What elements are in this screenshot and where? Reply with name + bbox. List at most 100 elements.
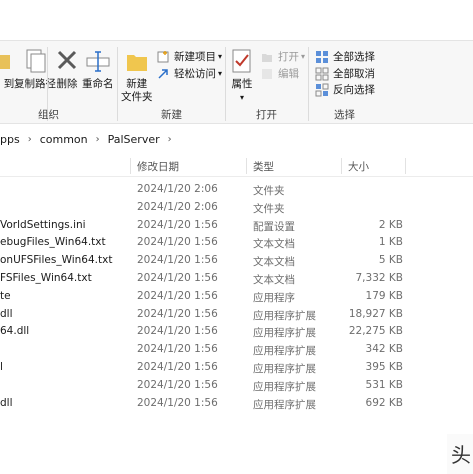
breadcrumb-item-common[interactable]: common: [40, 133, 88, 146]
file-date: 2024/1/20 1:56: [137, 218, 218, 231]
column-divider: [246, 158, 247, 174]
delete-label: 删除: [56, 78, 78, 90]
delete-button[interactable]: 删除: [54, 47, 80, 91]
file-name: l: [0, 360, 3, 373]
invert-selection-icon: [315, 83, 329, 96]
file-size: 1 KB: [378, 236, 403, 249]
file-size: 18,927 KB: [348, 307, 403, 320]
copy-to-label: 复制路径: [14, 78, 56, 90]
file-name: onUFSFiles_Win64.txt: [0, 254, 113, 267]
edit-label: 编辑: [278, 68, 299, 80]
breadcrumb[interactable]: pps › common › PalServer ›: [0, 128, 473, 150]
file-date: 2024/1/20 1:56: [137, 307, 218, 320]
dropdown-icon: ▾: [301, 52, 306, 61]
file-row[interactable]: dll 2024/1/20 1:56 应用程序扩展 692 KB: [0, 395, 473, 413]
new-group-label: 新建: [161, 109, 182, 121]
open-group-label: 打开: [256, 109, 277, 121]
copy-to-button[interactable]: 复制路径: [14, 47, 56, 91]
file-row[interactable]: l 2024/1/20 1:56 应用程序扩展 395 KB: [0, 359, 473, 377]
properties-button[interactable]: 属性 ▾: [229, 47, 255, 104]
select-all-button[interactable]: 全部选择: [315, 49, 375, 64]
file-date: 2024/1/20 1:56: [137, 360, 218, 373]
file-row[interactable]: FSFiles_Win64.txt 2024/1/20 1:56 文本文档 7,332…: [0, 270, 473, 288]
file-name: dll: [0, 396, 13, 409]
chevron-right-icon: ›: [95, 133, 100, 145]
properties-icon: [232, 49, 251, 73]
select-none-icon: [315, 67, 329, 80]
breadcrumb-item-apps[interactable]: pps: [0, 133, 20, 146]
copy-to-icon: [26, 49, 46, 73]
file-type: 文件夹: [253, 202, 285, 215]
file-type: 应用程序扩展: [253, 309, 316, 322]
column-headers: 修改日期 类型 大小: [0, 156, 473, 176]
group-separator: [308, 47, 309, 121]
organize-group-label: 组织: [38, 109, 59, 121]
new-folder-label-2: 文件夹: [121, 91, 153, 103]
invert-selection-label: 反向选择: [333, 84, 375, 96]
file-size: 7,332 KB: [355, 271, 404, 284]
select-none-button[interactable]: 全部取消: [315, 66, 375, 81]
file-date: 2024/1/20 1:56: [137, 254, 218, 267]
file-name: dll: [0, 307, 13, 320]
file-name: te: [0, 289, 11, 302]
column-divider: [341, 158, 342, 174]
file-date: 2024/1/20 1:56: [137, 396, 218, 409]
edit-button[interactable]: 编辑: [260, 66, 299, 81]
select-all-label: 全部选择: [333, 51, 375, 63]
file-row[interactable]: dll 2024/1/20 1:56 应用程序扩展 18,927 KB: [0, 306, 473, 324]
file-name: 64.dll: [0, 325, 30, 338]
file-type: 应用程序扩展: [253, 362, 316, 375]
edit-icon: [262, 68, 272, 79]
breadcrumb-item-palserver[interactable]: PalServer: [108, 133, 160, 146]
file-row[interactable]: te 2024/1/20 1:56 应用程序 179 KB: [0, 288, 473, 306]
file-row[interactable]: 2024/1/20 2:06 文件夹: [0, 181, 473, 199]
new-item-icon: [157, 50, 169, 62]
file-row[interactable]: 2024/1/20 1:56 应用程序扩展 342 KB: [0, 341, 473, 359]
watermark: 头: [447, 434, 473, 474]
properties-label: 属性: [231, 78, 253, 90]
chevron-right-icon[interactable]: ›: [168, 134, 172, 145]
easy-access-button[interactable]: 轻松访问 ▾: [156, 66, 222, 81]
invert-selection-button[interactable]: 反向选择: [315, 82, 375, 97]
column-header-size[interactable]: 大小: [348, 159, 369, 174]
new-folder-button[interactable]: 新建 文件夹: [121, 47, 153, 104]
rename-button[interactable]: 重命名: [82, 47, 114, 91]
file-date: 2024/1/20 1:56: [137, 236, 218, 249]
new-item-label: 新建项目: [174, 51, 216, 63]
file-type: 应用程序扩展: [253, 380, 316, 393]
file-row[interactable]: VorldSettings.ini 2024/1/20 1:56 配置设置 2 KB: [0, 217, 473, 235]
file-name: FSFiles_Win64.txt: [0, 271, 92, 284]
file-date: 2024/1/20 1:56: [137, 343, 218, 356]
open-button[interactable]: 打开 ▾: [260, 49, 305, 64]
column-header-date[interactable]: 修改日期: [137, 159, 179, 174]
select-none-label: 全部取消: [333, 68, 375, 80]
file-name: VorldSettings.ini: [0, 218, 86, 231]
file-date: 2024/1/20 1:56: [137, 378, 218, 391]
new-item-button[interactable]: 新建项目 ▾: [156, 49, 222, 64]
file-date: 2024/1/20 1:56: [137, 325, 218, 338]
file-size: 342 KB: [365, 343, 403, 356]
file-size: 2 KB: [378, 218, 403, 231]
file-row[interactable]: onUFSFiles_Win64.txt 2024/1/20 1:56 文本文档 5 …: [0, 252, 473, 270]
file-size: 179 KB: [365, 289, 403, 302]
group-separator: [225, 47, 226, 121]
select-all-icon: [316, 50, 328, 63]
file-row[interactable]: 64.dll 2024/1/20 1:56 应用程序扩展 22,275 KB: [0, 323, 473, 341]
file-row[interactable]: 2024/1/20 2:06 文件夹: [0, 199, 473, 217]
file-size: 22,275 KB: [348, 325, 403, 338]
file-row[interactable]: 2024/1/20 1:56 应用程序扩展 531 KB: [0, 377, 473, 395]
open-label: 打开: [278, 51, 299, 63]
file-type: 文本文档: [253, 238, 295, 251]
column-divider: [405, 158, 406, 174]
file-row[interactable]: ebugFiles_Win64.txt 2024/1/20 1:56 文本文档 1 K…: [0, 234, 473, 252]
group-separator: [117, 47, 118, 121]
select-group-label: 选择: [334, 109, 355, 121]
file-size: 692 KB: [365, 396, 403, 409]
column-header-type[interactable]: 类型: [253, 159, 274, 174]
dropdown-icon: ▾: [239, 93, 244, 102]
delete-icon: [57, 50, 77, 70]
file-type: 应用程序: [253, 291, 295, 304]
watermark-text: 头: [451, 443, 471, 467]
easy-access-icon: [158, 68, 168, 79]
file-type: 应用程序扩展: [253, 327, 316, 340]
